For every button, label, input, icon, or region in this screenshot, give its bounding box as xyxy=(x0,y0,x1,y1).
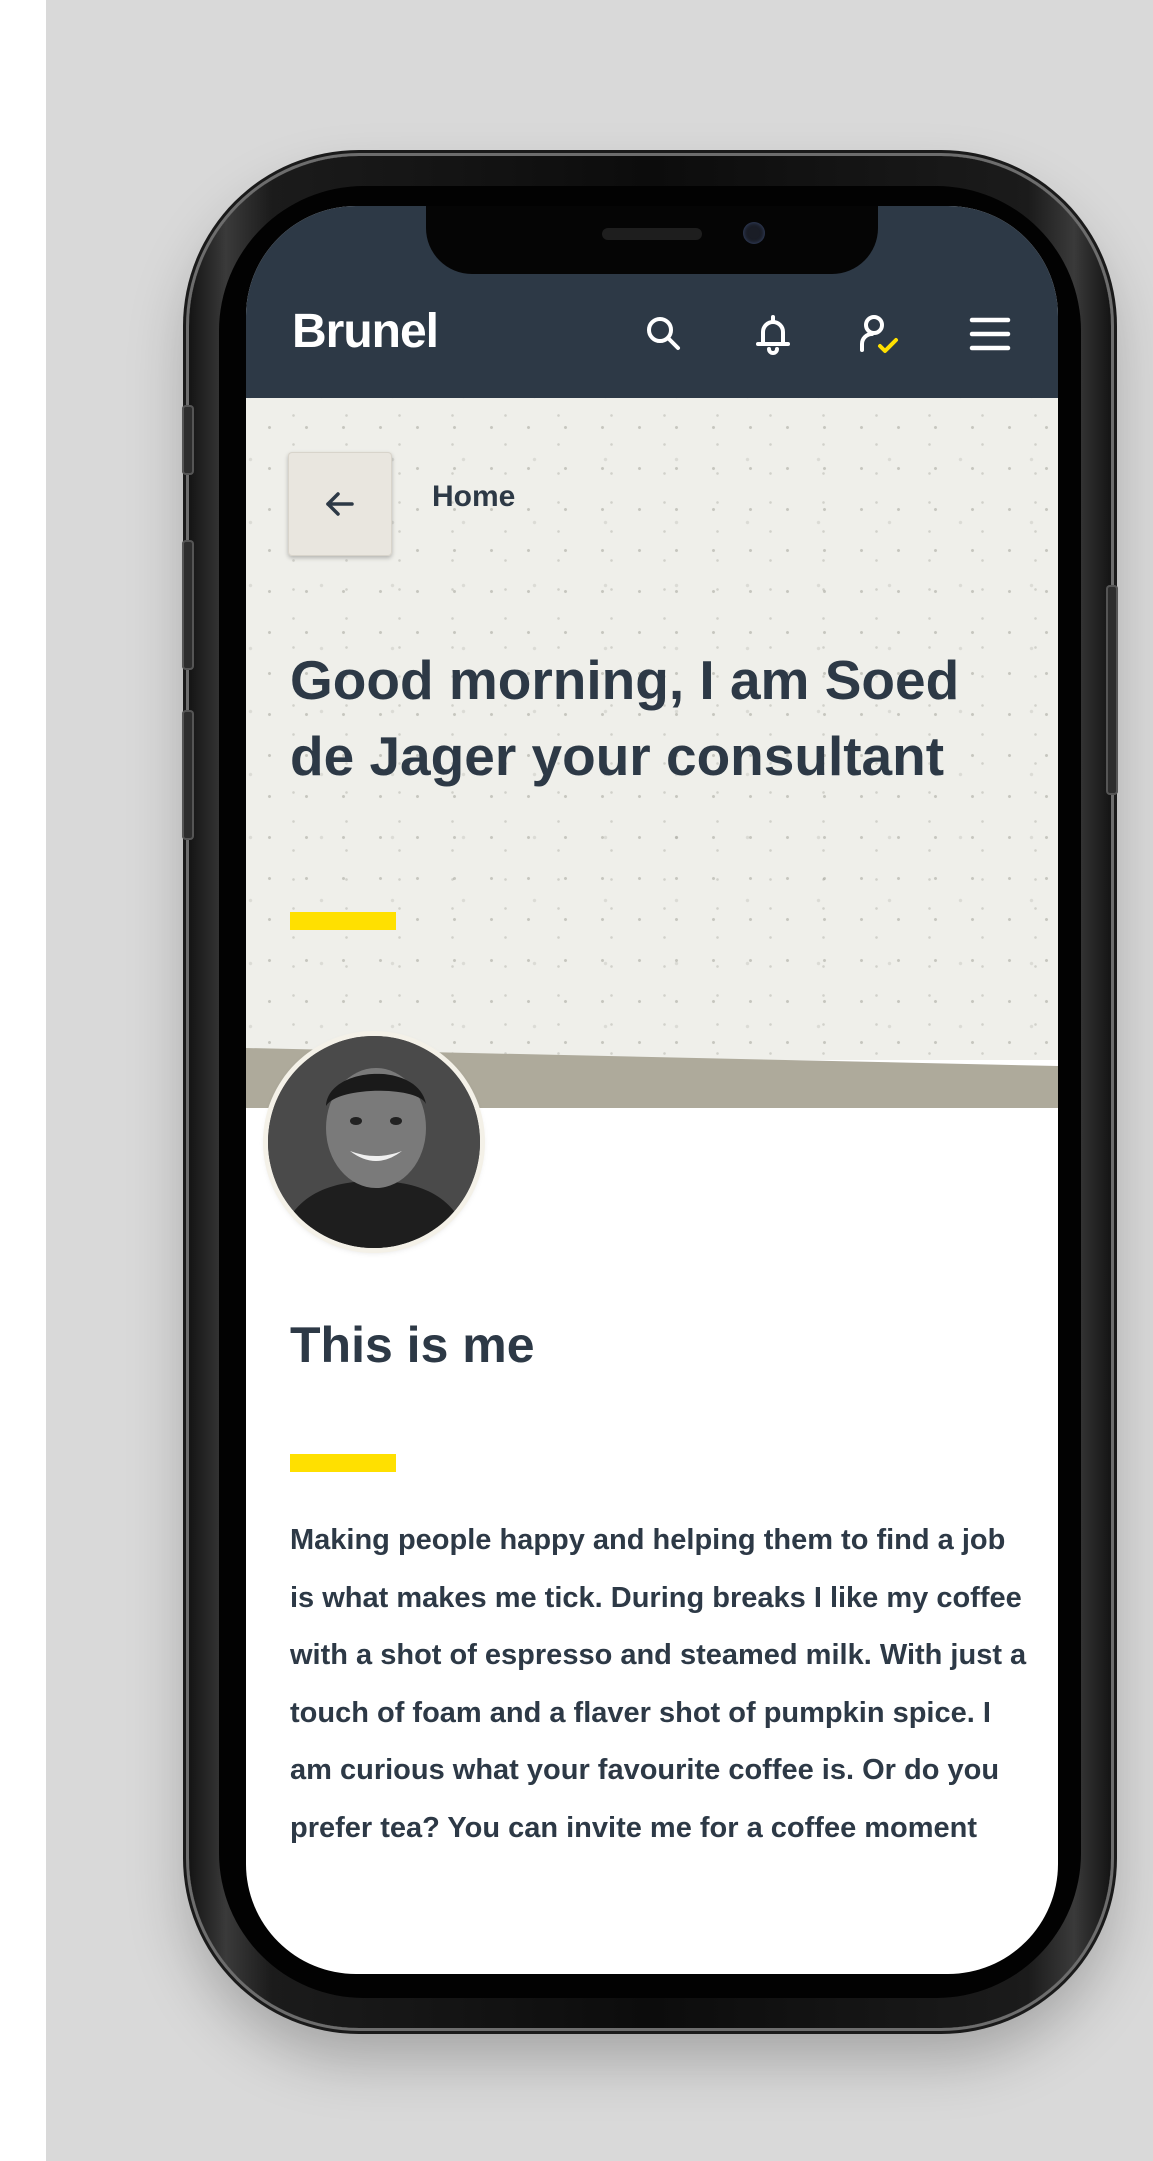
bio-text: Making people happy and helping them to … xyxy=(290,1524,1027,1844)
title-accent-bar xyxy=(290,912,396,930)
arrow-left-icon xyxy=(326,492,354,516)
section-accent-bar xyxy=(290,1454,396,1472)
consultant-avatar xyxy=(268,1036,480,1248)
phone-volume-down-button xyxy=(182,710,194,840)
brand-logo[interactable]: Brunel xyxy=(292,304,439,359)
phone-power-button xyxy=(1106,585,1118,795)
page-title: Good morning, I am Soed de Jager your co… xyxy=(290,649,960,787)
phone-screen: Brunel Home Good morning, I am Soed de J… xyxy=(246,206,1058,1974)
search-icon[interactable] xyxy=(640,310,688,358)
phone-volume-up-button xyxy=(182,540,194,670)
front-camera xyxy=(743,222,765,244)
breadcrumb-home[interactable]: Home xyxy=(432,480,515,514)
phone-silent-switch xyxy=(182,405,194,475)
background-canvas: Brunel Home Good morning, I am Soed de J… xyxy=(46,0,1153,2161)
profile-check-icon[interactable] xyxy=(854,310,902,358)
phone-notch xyxy=(426,206,878,274)
earpiece-speaker xyxy=(602,228,702,240)
bell-icon[interactable] xyxy=(749,310,797,358)
section-title-about: This is me xyxy=(290,1317,535,1373)
menu-icon[interactable] xyxy=(966,310,1014,358)
back-button[interactable] xyxy=(288,452,392,556)
